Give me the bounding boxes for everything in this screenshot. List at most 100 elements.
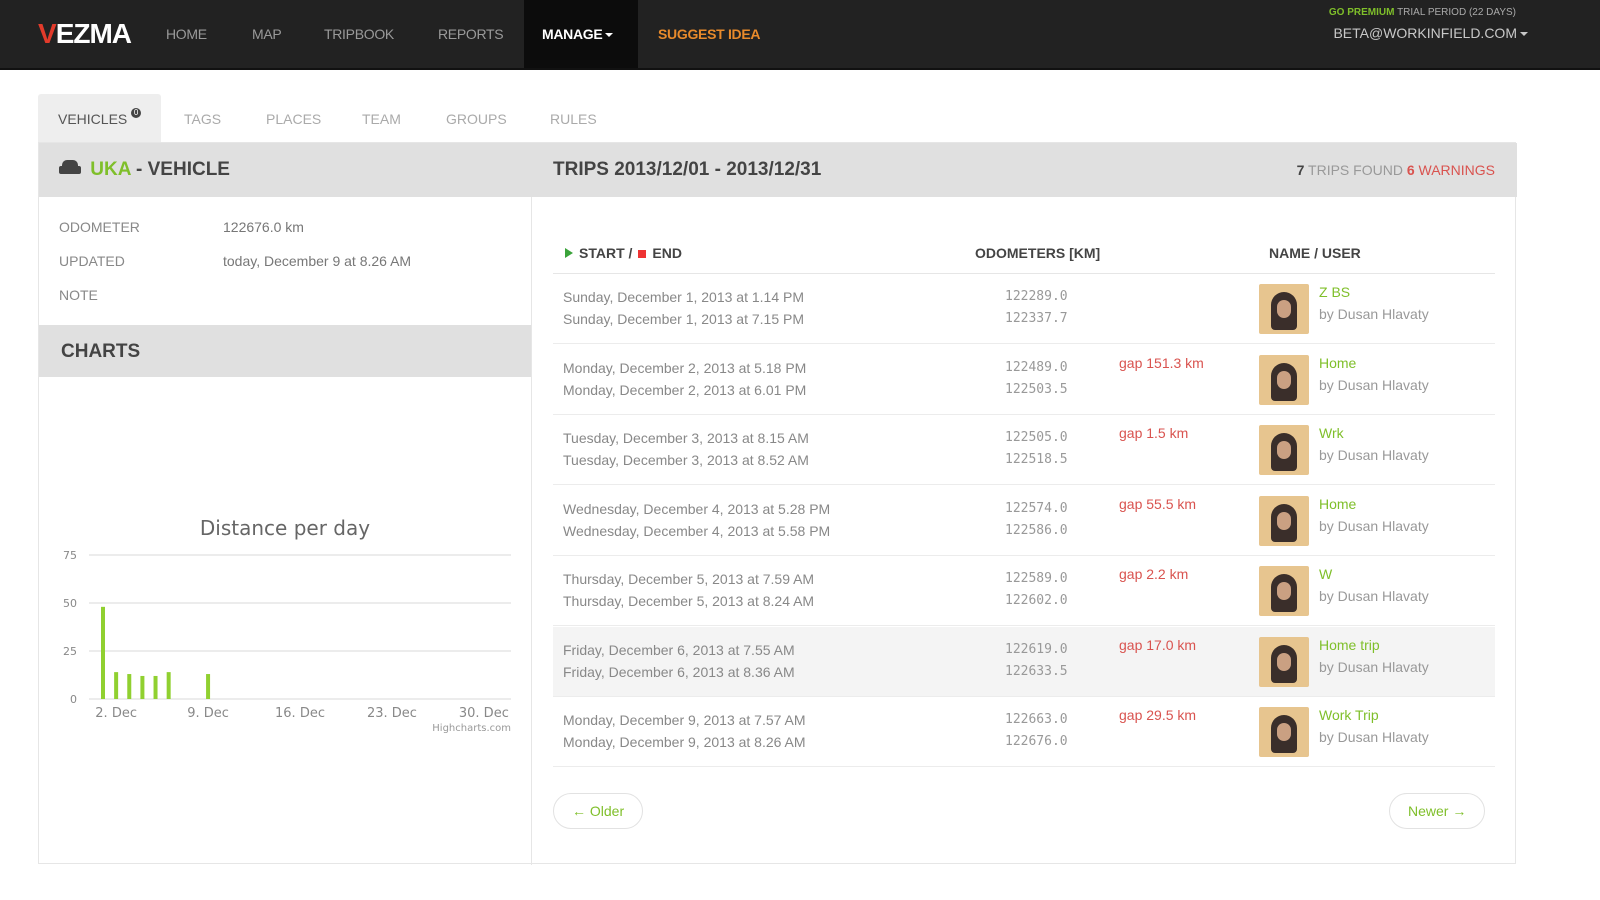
x-tick-label: 16. Dec (275, 706, 325, 721)
panel-header: UKA - VEHICLE TRIPS 2013/12/01 - 2013/12… (39, 143, 1517, 197)
avatar[interactable] (1259, 636, 1309, 687)
charts-header: CHARTS (39, 325, 531, 377)
trip-gap-warning: gap 29.5 km (1119, 707, 1197, 723)
tab-tags[interactable]: TAGS (184, 94, 221, 144)
trip-name-link[interactable]: Home trip (1319, 637, 1380, 653)
trip-gap-warning: gap 151.3 km (1119, 354, 1204, 371)
trip-user: by Dusan Hlavaty (1319, 376, 1429, 393)
trip-odo-start: 122589.0 (1005, 571, 1068, 586)
nav-reports[interactable]: REPORTS (438, 0, 504, 68)
trip-row[interactable]: Monday, December 9, 2013 at 7.57 AM Monda… (553, 697, 1495, 767)
trip-end: Tuesday, December 3, 2013 at 8.52 AM (563, 452, 809, 468)
trip-name-link[interactable]: Z BS (1319, 284, 1350, 300)
trip-name-link[interactable]: Home (1319, 355, 1356, 371)
trip-odo-end: 122503.5 (1005, 381, 1068, 397)
trip-user: by Dusan Hlavaty (1319, 588, 1429, 604)
avatar[interactable] (1259, 707, 1309, 757)
tab-groups[interactable]: GROUPS (446, 94, 507, 144)
app-logo[interactable]: VEZMA (38, 18, 132, 50)
nav-tripbook[interactable]: TRIPBOOK (324, 0, 394, 68)
car-icon (59, 160, 81, 176)
y-tick-label: 25 (63, 645, 77, 658)
trip-row[interactable]: Thursday, December 5, 2013 at 7.59 AM Thu… (553, 556, 1495, 626)
avatar-face (1277, 582, 1291, 600)
avatar-face (1277, 441, 1291, 459)
trip-odo-end: 122633.5 (1005, 663, 1068, 679)
info-badge: 0 (131, 108, 142, 118)
chart-bar[interactable] (140, 675, 145, 699)
trip-row[interactable]: Friday, December 6, 2013 at 7.55 AM Frida… (553, 626, 1495, 697)
newer-button[interactable]: Newer → (1389, 793, 1486, 829)
trip-odo-end: 122518.5 (1005, 452, 1068, 467)
vehicle-name[interactable]: UKA (90, 159, 130, 180)
nav-map[interactable]: MAP (252, 0, 282, 68)
trip-odo-start: 122663.0 (1005, 712, 1068, 727)
nav-manage-dropdown[interactable]: MANAGE (524, 0, 638, 68)
chart-bar[interactable] (127, 674, 132, 699)
trip-odo-end: 122602.0 (1005, 593, 1068, 608)
col-odometers[interactable]: ODOMETERS [KM] (975, 245, 1100, 261)
tab-vehicles[interactable]: VEHICLES 0 (38, 94, 162, 144)
trip-start: Monday, December 9, 2013 at 7.57 AM (563, 712, 806, 728)
chart-bar[interactable] (166, 672, 171, 699)
trips-title: TRIPS 2013/12/01 - 2013/12/31 (553, 159, 822, 180)
trip-odo-end: 122586.0 (1005, 522, 1068, 538)
trip-gap-warning: gap 1.5 km (1119, 425, 1189, 441)
chevron-down-icon (1520, 32, 1528, 37)
trip-odo-end: 122676.0 (1005, 734, 1068, 749)
go-premium-link[interactable]: GO PREMIUM (1329, 7, 1395, 18)
nav-suggest-idea[interactable]: SUGGEST IDEA (658, 0, 761, 68)
trips-count: 7 (1296, 162, 1305, 178)
account-dropdown[interactable]: BETA@WORKINFIELD.COM (1333, 25, 1528, 41)
col-name-user[interactable]: NAME / USER (1269, 245, 1361, 261)
column-divider (531, 197, 532, 865)
trip-user: by Dusan Hlavaty (1319, 658, 1429, 675)
updated-value: today, December 9 at 8.26 AM (223, 253, 412, 269)
manage-tabs: VEHICLES 0 TAGS PLACES TEAM GROUPS RULES (38, 94, 1516, 144)
col-start-end[interactable]: START / END (565, 245, 682, 261)
warnings-link[interactable]: WARNINGS (1419, 162, 1495, 178)
avatar[interactable] (1259, 284, 1309, 334)
nav-home[interactable]: HOME (166, 0, 207, 68)
trip-row[interactable]: Tuesday, December 3, 2013 at 8.15 AM Tues… (553, 415, 1495, 485)
chart-bar[interactable] (206, 674, 211, 699)
trip-start: Wednesday, December 4, 2013 at 5.28 PM (563, 500, 831, 517)
trip-row[interactable]: Wednesday, December 4, 2013 at 5.28 PM We… (553, 486, 1495, 556)
x-tick-label: 23. Dec (367, 706, 417, 721)
avatar[interactable] (1259, 566, 1309, 616)
logo-text: EZMA (55, 18, 132, 49)
play-icon (565, 248, 573, 258)
avatar[interactable] (1259, 425, 1309, 475)
chart-bar[interactable] (101, 606, 105, 699)
trip-name-link[interactable]: Wrk (1319, 425, 1344, 441)
trip-name-link[interactable]: W (1319, 566, 1332, 582)
trip-name-link[interactable]: Home (1319, 496, 1356, 512)
updated-label: UPDATED (59, 253, 125, 269)
trip-user: by Dusan Hlavaty (1319, 447, 1429, 463)
chart-bar[interactable] (114, 672, 119, 699)
chart-bar[interactable] (153, 675, 158, 699)
trip-user: by Dusan Hlavaty (1319, 729, 1429, 745)
col-end-label: END (652, 245, 682, 261)
avatar-face (1277, 652, 1291, 671)
tab-vehicles-label: VEHICLES (58, 111, 128, 127)
distance-chart: Distance per day 0 25 50 75 2. Dec 9. Dec 16.… (63, 516, 511, 734)
avatar[interactable] (1259, 495, 1309, 546)
trip-row[interactable]: Sunday, December 1, 2013 at 1.14 PM Sunda… (553, 274, 1495, 344)
avatar-face (1277, 300, 1291, 318)
top-navbar: VEZMA HOME MAP TRIPBOOK REPORTS MANAGE S… (0, 0, 1600, 70)
avatar[interactable] (1259, 354, 1309, 405)
trip-user: by Dusan Hlavaty (1319, 306, 1429, 322)
tab-places[interactable]: PLACES (266, 94, 321, 144)
tab-team[interactable]: TEAM (362, 94, 401, 144)
trip-name-link[interactable]: Work Trip (1319, 707, 1379, 723)
tab-rules[interactable]: RULES (550, 94, 597, 144)
trip-start: Monday, December 2, 2013 at 5.18 PM (563, 359, 807, 376)
trip-row[interactable]: Monday, December 2, 2013 at 5.18 PM Monda… (553, 345, 1495, 415)
warnings-count: 6 (1406, 162, 1415, 178)
avatar-face (1277, 723, 1291, 741)
trip-odo-end: 122337.7 (1005, 311, 1068, 326)
trip-start: Friday, December 6, 2013 at 7.55 AM (563, 641, 795, 658)
older-button[interactable]: ← Older (553, 793, 644, 829)
chart-credit[interactable]: Highcharts.com (432, 723, 511, 734)
